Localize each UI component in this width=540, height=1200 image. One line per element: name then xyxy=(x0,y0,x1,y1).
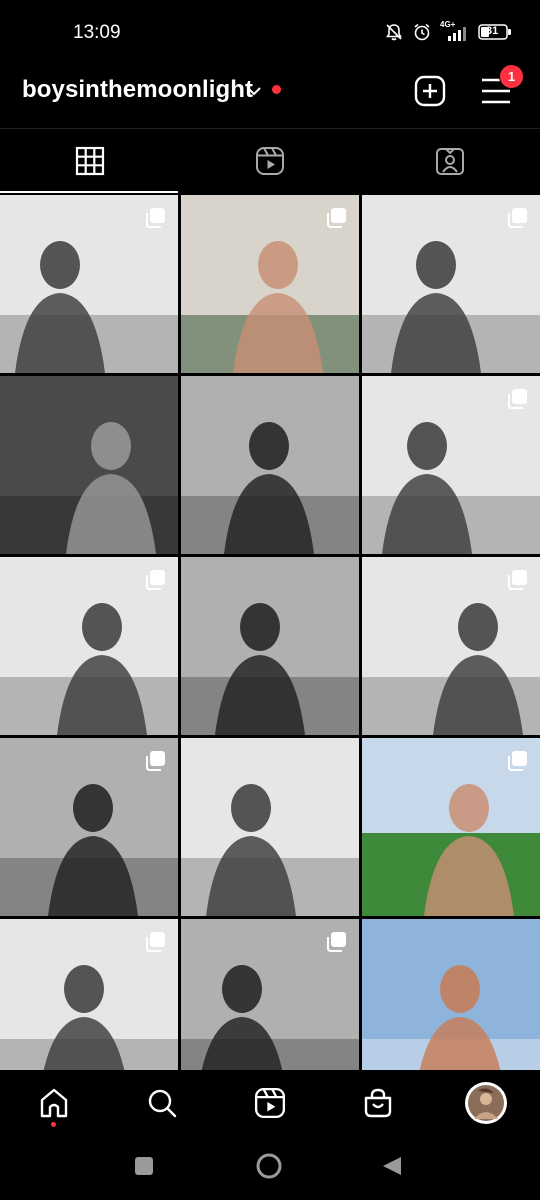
active-dot xyxy=(51,1122,56,1127)
post-thumbnail[interactable] xyxy=(181,557,359,735)
carousel-icon xyxy=(508,751,527,771)
post-thumbnail[interactable] xyxy=(362,919,540,1070)
battery-icon: 31 xyxy=(478,23,512,41)
battery-level: 31 xyxy=(486,25,499,37)
profile-header: boysinthemoonlight xyxy=(0,64,540,128)
reels-icon xyxy=(256,147,284,175)
search-icon xyxy=(148,1089,177,1118)
tagged-icon xyxy=(436,148,464,175)
carousel-icon xyxy=(508,389,527,409)
carousel-icon xyxy=(146,751,165,771)
post-image xyxy=(181,557,359,735)
post-thumbnail[interactable] xyxy=(0,195,178,373)
shop-icon xyxy=(364,1088,392,1118)
post-thumbnail[interactable] xyxy=(362,738,540,916)
nav-home[interactable] xyxy=(0,1070,108,1136)
post-thumbnail[interactable] xyxy=(181,919,359,1070)
recents-button[interactable] xyxy=(134,1156,154,1176)
post-thumbnail[interactable] xyxy=(362,376,540,554)
carousel-icon xyxy=(146,932,165,952)
post-thumbnail[interactable] xyxy=(0,738,178,916)
notification-badge: 1 xyxy=(499,64,524,89)
post-thumbnail[interactable] xyxy=(181,195,359,373)
post-image xyxy=(0,376,178,554)
carousel-icon xyxy=(146,570,165,590)
username-switcher[interactable]: boysinthemoonlight xyxy=(22,76,253,104)
post-thumbnail[interactable] xyxy=(362,557,540,735)
home-icon xyxy=(40,1088,68,1118)
carousel-icon xyxy=(508,570,527,590)
post-thumbnail[interactable] xyxy=(362,195,540,373)
post-thumbnail[interactable] xyxy=(0,376,178,554)
nav-search[interactable] xyxy=(108,1070,216,1136)
post-thumbnail[interactable] xyxy=(181,738,359,916)
post-image xyxy=(362,919,540,1070)
carousel-icon xyxy=(508,208,527,228)
post-image xyxy=(181,376,359,554)
status-bar: 13:09 4G+ 31 xyxy=(0,0,540,64)
post-thumbnail[interactable] xyxy=(181,376,359,554)
alarm-icon xyxy=(414,23,430,41)
grid-icon xyxy=(75,146,105,176)
posts-grid xyxy=(0,195,540,1070)
create-post-icon[interactable] xyxy=(414,75,446,107)
bell-muted-icon xyxy=(386,24,402,41)
chevron-down-icon[interactable] xyxy=(245,84,263,98)
nav-profile[interactable] xyxy=(432,1070,540,1136)
nav-shop[interactable] xyxy=(324,1070,432,1136)
carousel-icon xyxy=(146,208,165,228)
tab-tagged[interactable] xyxy=(360,129,540,193)
system-navigation xyxy=(0,1136,540,1200)
profile-avatar xyxy=(465,1082,507,1124)
signal-icon: 4G+ xyxy=(440,20,470,42)
bottom-nav xyxy=(0,1070,540,1136)
profile-tabs xyxy=(0,129,540,193)
active-tab-indicator xyxy=(0,191,178,193)
carousel-icon xyxy=(327,208,346,228)
post-image xyxy=(181,738,359,916)
nav-reels[interactable] xyxy=(216,1070,324,1136)
home-button[interactable] xyxy=(255,1152,283,1180)
back-button[interactable] xyxy=(381,1155,403,1177)
tab-posts-grid[interactable] xyxy=(0,129,180,193)
tab-reels[interactable] xyxy=(180,129,360,193)
carousel-icon xyxy=(327,932,346,952)
post-thumbnail[interactable] xyxy=(0,919,178,1070)
post-thumbnail[interactable] xyxy=(0,557,178,735)
reels-icon xyxy=(254,1087,286,1119)
status-time: 13:09 xyxy=(73,22,121,43)
account-activity-dot xyxy=(272,85,281,94)
status-icons: 4G+ 31 xyxy=(384,20,512,42)
